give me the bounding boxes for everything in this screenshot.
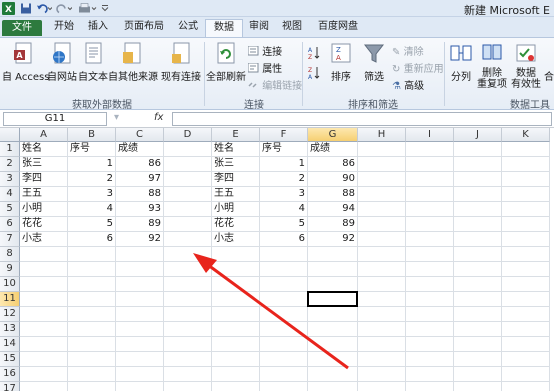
annotation-arrow — [193, 253, 349, 370]
